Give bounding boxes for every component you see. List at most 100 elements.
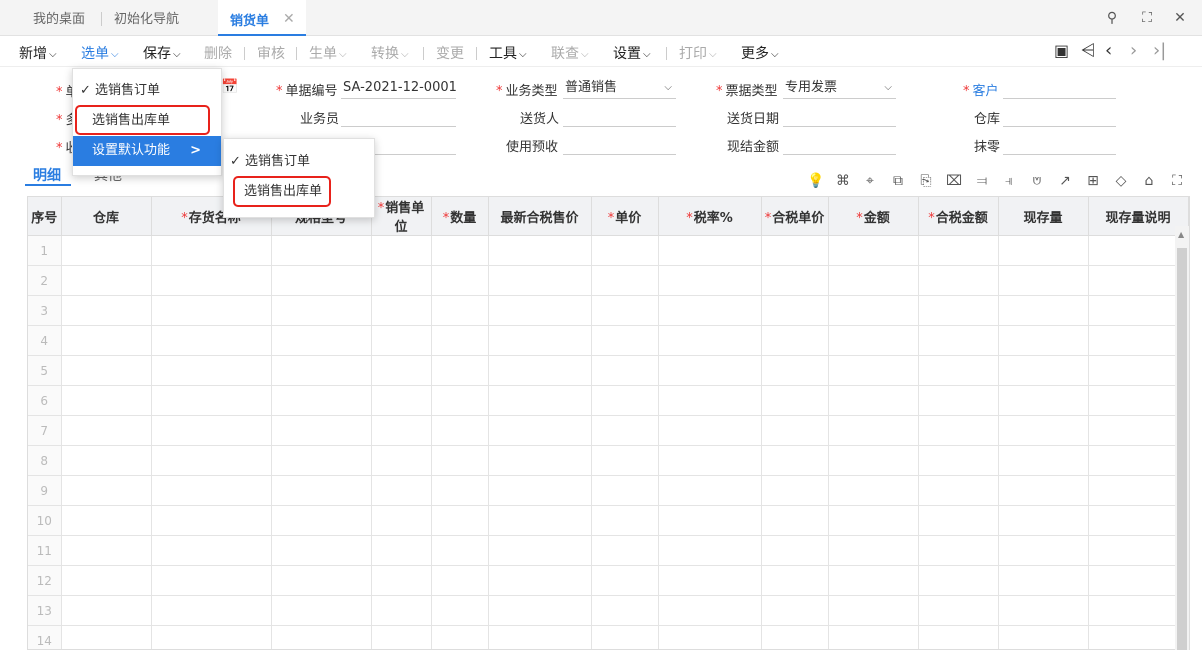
table-cell[interactable] <box>271 535 372 566</box>
table-cell[interactable] <box>61 565 152 596</box>
generate-button[interactable]: 生单 ⌵ <box>309 43 347 63</box>
table-cell[interactable] <box>998 505 1089 536</box>
table-cell[interactable] <box>828 295 919 326</box>
table-cell[interactable] <box>828 445 919 476</box>
column-header[interactable]: *数量 <box>431 197 489 236</box>
table-cell[interactable] <box>591 265 659 296</box>
table-row[interactable]: 4 <box>28 325 1189 356</box>
table-row[interactable]: 5 <box>28 355 1189 386</box>
table-cell[interactable] <box>151 415 272 446</box>
menu-item-set-default[interactable]: 设置默认功能 > <box>73 136 221 166</box>
table-cell[interactable] <box>761 415 829 446</box>
table-cell[interactable] <box>271 475 372 506</box>
column-header[interactable]: 仓库 <box>61 197 152 236</box>
table-cell[interactable] <box>488 355 592 386</box>
tag-icon[interactable]: ◇ <box>1113 173 1129 189</box>
table-cell[interactable] <box>271 325 372 356</box>
biz-type-select[interactable]: 普通销售 ⌵ <box>563 79 676 99</box>
table-cell[interactable] <box>828 475 919 506</box>
table-cell[interactable] <box>371 565 432 596</box>
table-cell[interactable] <box>761 265 829 296</box>
table-cell[interactable] <box>61 415 152 446</box>
preview-icon[interactable]: ▣ <box>1054 41 1069 61</box>
column-header[interactable]: *合税金额 <box>918 197 999 236</box>
linkquery-button[interactable]: 联查 ⌵ <box>551 43 589 63</box>
table-cell[interactable] <box>591 535 659 566</box>
table-cell[interactable] <box>761 235 829 266</box>
table-cell[interactable] <box>61 595 152 626</box>
batch-icon[interactable]: ⫤ <box>974 173 990 189</box>
table-cell[interactable] <box>151 445 272 476</box>
table-cell[interactable] <box>591 595 659 626</box>
table-cell[interactable] <box>591 385 659 416</box>
table-cell[interactable] <box>151 385 272 416</box>
table-cell[interactable] <box>591 565 659 596</box>
table-cell[interactable] <box>828 625 919 649</box>
table-cell[interactable] <box>918 595 999 626</box>
select-bill-button[interactable]: 选单 ⌵ <box>81 43 119 63</box>
deliverer-field[interactable] <box>563 107 676 127</box>
table-cell[interactable] <box>61 475 152 506</box>
table-cell[interactable] <box>151 505 272 536</box>
table-cell[interactable] <box>431 445 489 476</box>
table-cell[interactable] <box>591 505 659 536</box>
table-cell[interactable] <box>151 625 272 649</box>
table-cell[interactable] <box>431 325 489 356</box>
serial-icon[interactable]: ⫣ <box>1001 173 1017 189</box>
table-cell[interactable] <box>1088 295 1189 326</box>
column-header[interactable]: *金额 <box>828 197 919 236</box>
table-cell[interactable] <box>1088 595 1189 626</box>
table-row[interactable]: 2 <box>28 265 1189 296</box>
table-cell[interactable] <box>591 355 659 386</box>
location-icon[interactable]: ⌖ <box>862 173 878 189</box>
table-cell[interactable] <box>431 235 489 266</box>
table-cell[interactable] <box>658 475 762 506</box>
chart-icon[interactable]: ⩅ <box>1029 173 1045 189</box>
table-cell[interactable] <box>998 565 1089 596</box>
table-cell[interactable] <box>658 325 762 356</box>
search-icon[interactable]: ⚲ <box>1102 8 1122 28</box>
table-cell[interactable] <box>1088 385 1189 416</box>
table-row[interactable]: 13 <box>28 595 1189 626</box>
column-header[interactable]: 序号 <box>28 197 62 236</box>
table-row[interactable]: 1 <box>28 235 1189 266</box>
table-cell[interactable] <box>998 265 1089 296</box>
table-cell[interactable] <box>658 535 762 566</box>
table-cell[interactable] <box>761 535 829 566</box>
table-cell[interactable] <box>591 475 659 506</box>
table-cell[interactable] <box>431 565 489 596</box>
calendar-icon[interactable]: 📅 <box>221 79 238 95</box>
table-row[interactable]: 8 <box>28 445 1189 476</box>
table-cell[interactable] <box>828 235 919 266</box>
table-cell[interactable] <box>61 265 152 296</box>
table-cell[interactable] <box>371 505 432 536</box>
table-cell[interactable] <box>488 235 592 266</box>
copy-row-icon[interactable]: ⧉ <box>890 173 906 189</box>
use-prepay-field[interactable] <box>563 135 676 155</box>
table-cell[interactable] <box>431 535 489 566</box>
table-cell[interactable] <box>658 445 762 476</box>
table-cell[interactable] <box>998 625 1089 649</box>
scroll-up-icon[interactable]: ▲ <box>1178 230 1184 239</box>
table-row[interactable]: 10 <box>28 505 1189 536</box>
table-cell[interactable] <box>61 445 152 476</box>
table-cell[interactable] <box>761 505 829 536</box>
table-row[interactable]: 7 <box>28 415 1189 446</box>
table-cell[interactable] <box>371 235 432 266</box>
table-cell[interactable] <box>761 325 829 356</box>
table-cell[interactable] <box>488 265 592 296</box>
delivery-date-field[interactable] <box>783 107 896 127</box>
first-record-icon[interactable]: ⩤ <box>1081 41 1095 61</box>
table-cell[interactable] <box>431 625 489 649</box>
table-cell[interactable] <box>488 475 592 506</box>
table-cell[interactable] <box>151 475 272 506</box>
table-cell[interactable] <box>828 535 919 566</box>
table-cell[interactable] <box>828 265 919 296</box>
table-cell[interactable] <box>151 325 272 356</box>
table-cell[interactable] <box>371 265 432 296</box>
table-cell[interactable] <box>61 355 152 386</box>
table-cell[interactable] <box>431 595 489 626</box>
table-cell[interactable] <box>371 625 432 649</box>
table-cell[interactable] <box>488 415 592 446</box>
save-button[interactable]: 保存 ⌵ <box>143 43 181 63</box>
